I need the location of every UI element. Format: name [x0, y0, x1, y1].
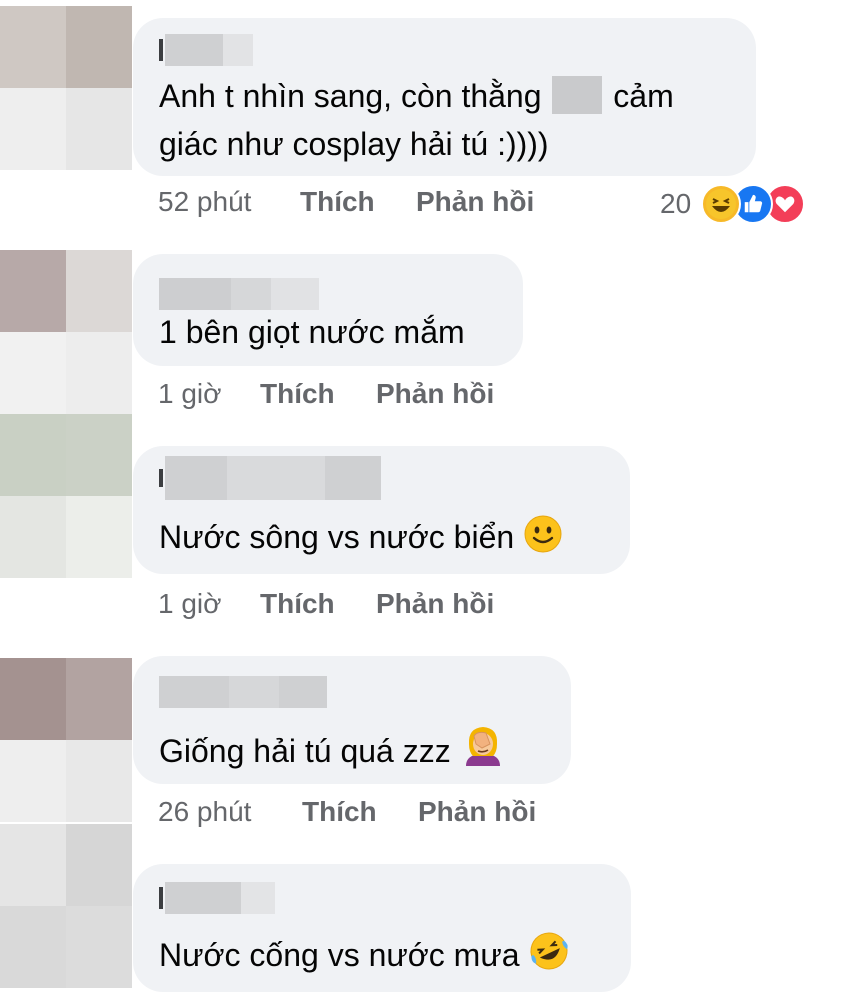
- reaction-summary[interactable]: 20: [660, 184, 806, 224]
- timestamp[interactable]: 26 phút: [158, 796, 251, 828]
- comment-text: Nước cống vs nước mưa: [159, 930, 570, 983]
- commenter-name-blurred[interactable]: [159, 34, 253, 66]
- comment-bubble: 1 bên giọt nước mắm: [133, 254, 523, 366]
- commenter-name-blurred[interactable]: [159, 456, 381, 500]
- commenter-name-blurred[interactable]: [159, 676, 327, 708]
- reply-button[interactable]: Phản hồi: [418, 796, 536, 828]
- comment-text: Giống hải tú quá zzz: [159, 722, 506, 779]
- like-button[interactable]: Thích: [302, 796, 377, 828]
- reaction-count: 20: [660, 188, 692, 219]
- comment-text: Anh t nhìn sang, còn thằng cảm: [159, 76, 674, 114]
- avatar[interactable]: [0, 250, 133, 414]
- like-button[interactable]: Thích: [300, 186, 375, 218]
- comment-bubble: Anh t nhìn sang, còn thằng cảm giác như …: [133, 18, 756, 176]
- comment-bubble: Nước cống vs nước mưa: [133, 864, 631, 992]
- reply-button[interactable]: Phản hồi: [376, 588, 494, 620]
- comment-text-line-2: giác như cosplay hải tú :)))): [159, 126, 549, 162]
- like-button[interactable]: Thích: [260, 378, 335, 410]
- slightly-smiling-face-icon: [523, 514, 563, 565]
- avatar[interactable]: [0, 824, 133, 988]
- reply-button[interactable]: Phản hồi: [376, 378, 494, 410]
- avatar[interactable]: [0, 658, 133, 822]
- timestamp[interactable]: 52 phút: [158, 186, 251, 218]
- facepalm-icon: [460, 722, 506, 779]
- comment-bubble: Giống hải tú quá zzz: [133, 656, 571, 784]
- comment-text: Nước sông vs nước biển: [159, 514, 563, 565]
- blurred-name: [552, 76, 603, 114]
- timestamp[interactable]: 1 giờ: [158, 378, 222, 410]
- like-button[interactable]: Thích: [260, 588, 335, 620]
- haha-icon: [701, 184, 742, 224]
- timestamp[interactable]: 1 giờ: [158, 588, 222, 620]
- reply-button[interactable]: Phản hồi: [416, 186, 534, 218]
- comment-bubble: Nước sông vs nước biển: [133, 446, 630, 574]
- commenter-name-blurred[interactable]: [159, 882, 275, 914]
- avatar[interactable]: [0, 6, 133, 170]
- comment-text: 1 bên giọt nước mắm: [159, 314, 465, 350]
- avatar[interactable]: [0, 414, 133, 578]
- rolling-laughing-icon: [528, 930, 570, 983]
- commenter-name-blurred[interactable]: [159, 278, 319, 310]
